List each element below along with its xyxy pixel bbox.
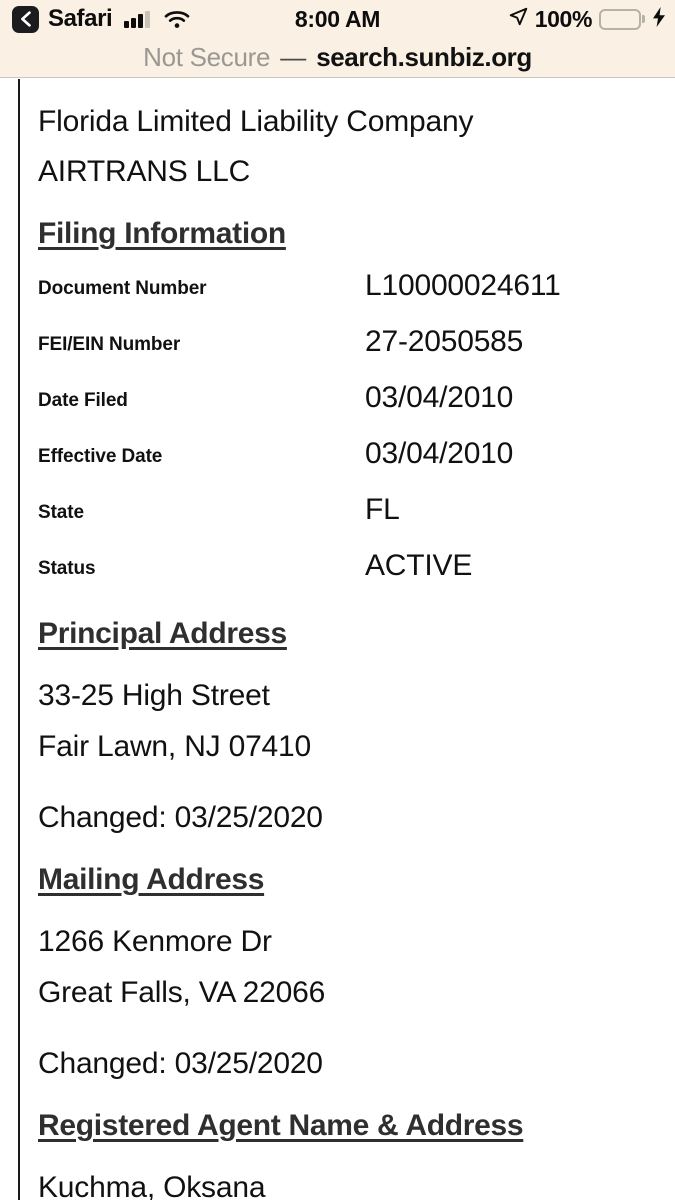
registered-agent-heading: Registered Agent Name & Address (38, 1109, 524, 1142)
principal-address-line2: Fair Lawn, NJ 07410 (38, 730, 312, 763)
row-label: Document Number (38, 278, 207, 299)
entity-name: AIRTRANS LLC (38, 155, 251, 188)
table-row: FEI/EIN Number 27-2050585 (38, 325, 675, 384)
principal-address-heading: Principal Address (38, 617, 287, 650)
row-value: 27-2050585 (365, 325, 524, 358)
row-label: FEI/EIN Number (38, 334, 181, 355)
page-viewport[interactable]: Detail by Entity Name Florida Limited Li… (0, 79, 675, 1200)
row-label: Effective Date (38, 446, 163, 467)
principal-address-line1: 33-25 High Street (38, 679, 270, 712)
table-row: Date Filed 03/04/2010 (38, 381, 675, 440)
mailing-address-changed: Changed: 03/25/2020 (38, 1047, 323, 1080)
page-left-rule (18, 79, 20, 1200)
registered-agent-name: Kuchma, Oksana (38, 1171, 266, 1200)
row-value: FL (365, 493, 400, 526)
url-separator: — (280, 41, 307, 72)
row-value: ACTIVE (365, 549, 473, 582)
table-row: Effective Date 03/04/2010 (38, 437, 675, 496)
not-secure-label: Not Secure (143, 41, 271, 72)
url-host-text[interactable]: search.sunbiz.org (316, 42, 532, 73)
mailing-address-line1: 1266 Kenmore Dr (38, 925, 272, 958)
row-label: Status (38, 558, 96, 579)
table-row: State FL (38, 493, 675, 552)
status-bar-right-group: 100% (509, 0, 666, 38)
mailing-address-line2: Great Falls, VA 22066 (38, 976, 326, 1009)
row-label: Date Filed (38, 390, 128, 411)
url-bar[interactable]: Not Secure — search.sunbiz.org (0, 36, 675, 78)
row-value: L10000024611 (365, 269, 561, 302)
lightning-bolt-icon (652, 6, 666, 32)
row-value: 03/04/2010 (365, 437, 514, 470)
clipped-page-heading: Detail by Entity Name (38, 79, 675, 84)
status-bar: Safari 8:00 AM 100% (0, 0, 675, 38)
table-row: Document Number L10000024611 (38, 269, 675, 328)
filing-information-table: Document Number L10000024611 FEI/EIN Num… (38, 269, 675, 608)
page-content: Detail by Entity Name Florida Limited Li… (38, 79, 675, 1200)
filing-information-heading: Filing Information (38, 217, 286, 250)
row-label: State (38, 502, 84, 523)
entity-type: Florida Limited Liability Company (38, 105, 474, 138)
location-arrow-icon (509, 7, 528, 31)
browser-header: Safari 8:00 AM 100% Not Secure — search.… (0, 0, 675, 78)
row-value: 03/04/2010 (365, 381, 514, 414)
battery-percent-label: 100% (534, 5, 593, 32)
mailing-address-heading: Mailing Address (38, 863, 265, 896)
table-row: Status ACTIVE (38, 549, 675, 608)
principal-address-changed: Changed: 03/25/2020 (38, 801, 323, 834)
battery-full-icon (599, 8, 645, 30)
